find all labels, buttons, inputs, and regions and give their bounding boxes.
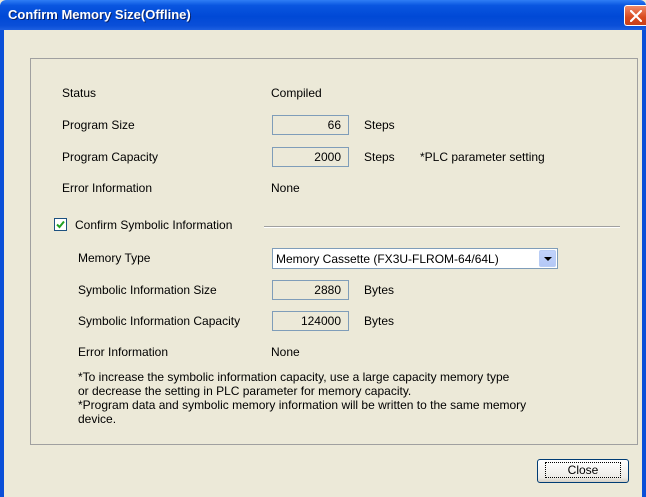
close-icon (630, 10, 642, 22)
note-line: device. (78, 412, 117, 426)
title-bar[interactable]: Confirm Memory Size(Offline) (0, 0, 646, 30)
memory-type-label: Memory Type (78, 251, 151, 265)
memory-type-select[interactable]: Memory Cassette (FX3U-FLROM-64/64L) (272, 248, 558, 269)
program-size-unit: Steps (364, 118, 395, 132)
program-size-label: Program Size (62, 118, 135, 132)
symbolic-capacity-field: 124000 (272, 311, 349, 331)
note-line: *To increase the symbolic information ca… (78, 370, 510, 384)
status-value: Compiled (271, 86, 322, 100)
checkmark-icon (56, 220, 65, 229)
symbolic-size-label: Symbolic Information Size (78, 283, 217, 297)
program-capacity-unit: Steps (364, 150, 395, 164)
plc-parameter-note: *PLC parameter setting (420, 150, 545, 164)
window-frame-right (642, 30, 646, 497)
symbolic-error-label: Error Information (78, 345, 169, 359)
window-frame-left (0, 30, 4, 497)
close-button[interactable]: Close (537, 459, 629, 483)
program-size-field: 66 (272, 115, 349, 135)
symbolic-capacity-unit: Bytes (364, 314, 395, 328)
symbolic-error-value: None (271, 345, 300, 359)
confirm-symbolic-checkbox[interactable] (54, 218, 67, 231)
symbolic-size-unit: Bytes (364, 283, 395, 297)
close-button-label: Close (544, 462, 622, 478)
chevron-down-icon (544, 257, 552, 261)
window-close-button[interactable] (624, 5, 646, 26)
symbolic-size-field: 2880 (272, 280, 349, 300)
note-line: or decrease the setting in PLC parameter… (78, 384, 412, 398)
program-capacity-label: Program Capacity (62, 150, 159, 164)
program-capacity-field: 2000 (272, 147, 349, 167)
confirm-symbolic-label[interactable]: Confirm Symbolic Information (75, 218, 232, 232)
program-error-value: None (271, 181, 300, 195)
status-label: Status (62, 86, 97, 100)
window-title: Confirm Memory Size(Offline) (8, 7, 191, 22)
capacity-note: *To increase the symbolic information ca… (78, 370, 618, 426)
group-divider (264, 226, 620, 228)
dropdown-button[interactable] (539, 250, 556, 267)
note-line: *Program data and symbolic memory inform… (78, 398, 527, 412)
memory-type-value: Memory Cassette (FX3U-FLROM-64/64L) (276, 252, 499, 266)
program-error-label: Error Information (62, 181, 153, 195)
symbolic-capacity-label: Symbolic Information Capacity (78, 314, 241, 328)
